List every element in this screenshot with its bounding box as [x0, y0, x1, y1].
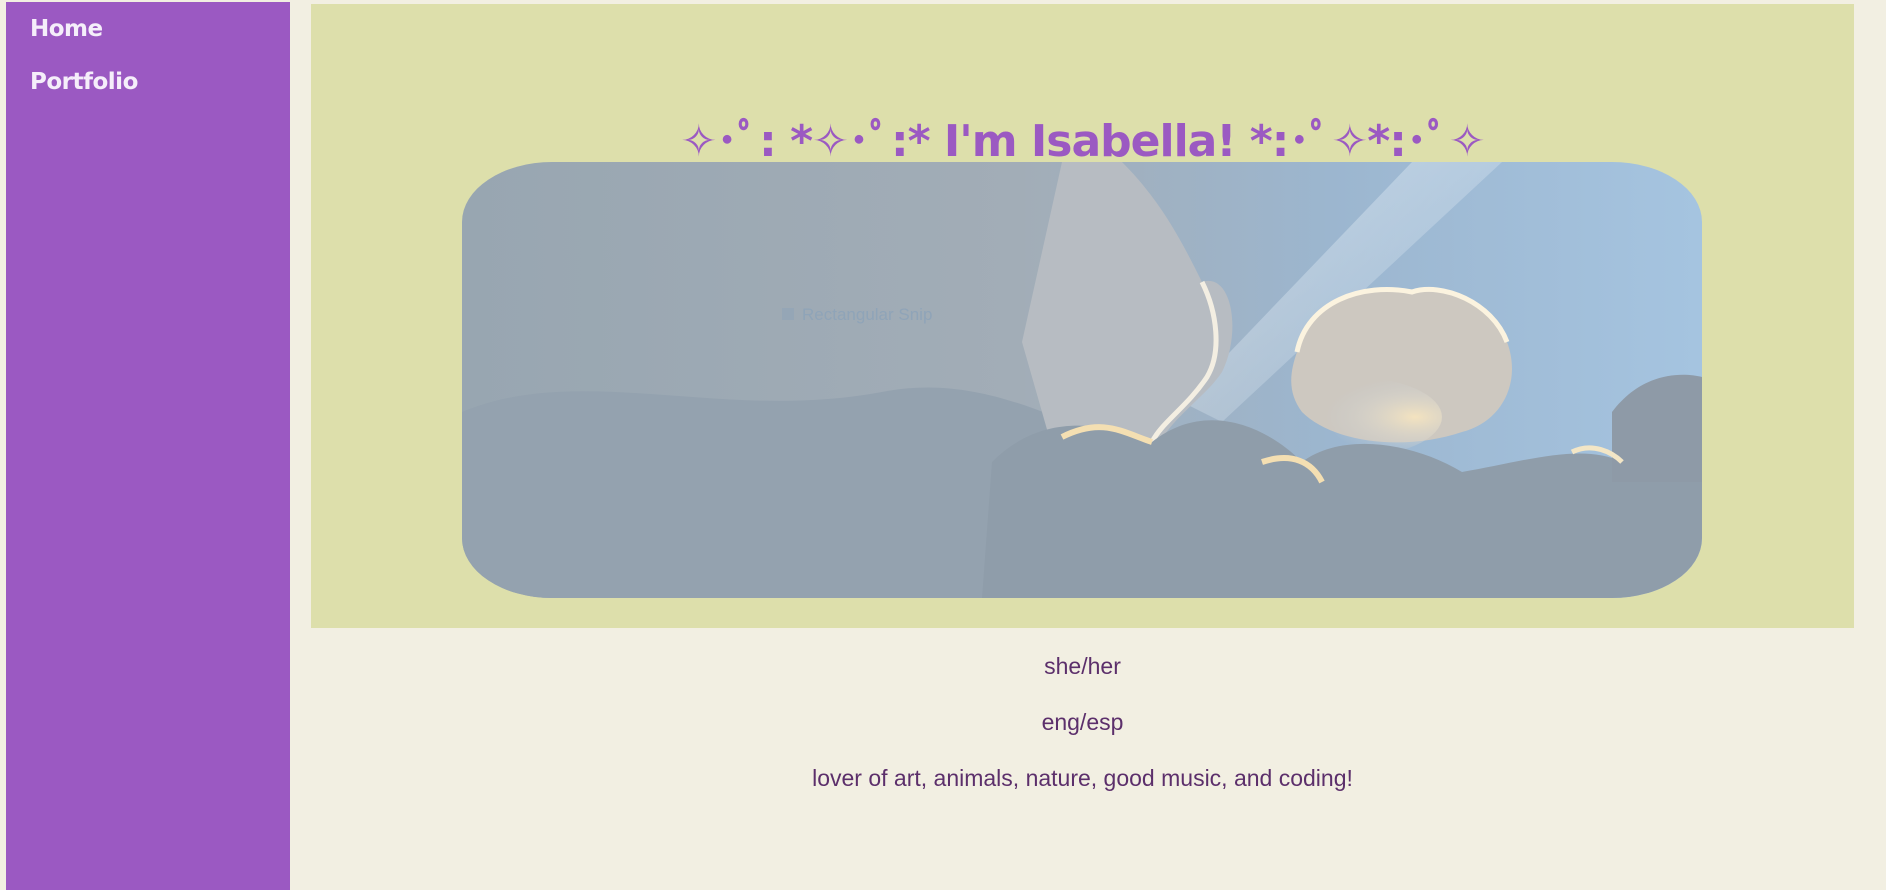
sidebar: Home Portfolio	[6, 2, 290, 890]
hero-banner: ✧･ﾟ: *✧･ﾟ:* I'm Isabella! *:･ﾟ✧*:･ﾟ✧ Rec…	[311, 4, 1854, 628]
page-title: ✧･ﾟ: *✧･ﾟ:* I'm Isabella! *:･ﾟ✧*:･ﾟ✧	[680, 116, 1485, 168]
languages-text: eng/esp	[1041, 709, 1124, 735]
snip-overlay-label: Rectangular Snip	[802, 305, 932, 324]
nav-link-home[interactable]: Home	[30, 16, 103, 42]
pronouns-text: she/her	[1044, 653, 1121, 679]
page: Home Portfolio ✧･ﾟ: *✧･ﾟ:* I'm Isabella!…	[0, 0, 1886, 890]
bio-text: lover of art, animals, nature, good musi…	[812, 765, 1353, 791]
snip-icon	[782, 308, 794, 320]
nav-link-portfolio[interactable]: Portfolio	[30, 69, 138, 95]
sky-photo: Rectangular Snip	[462, 162, 1702, 598]
